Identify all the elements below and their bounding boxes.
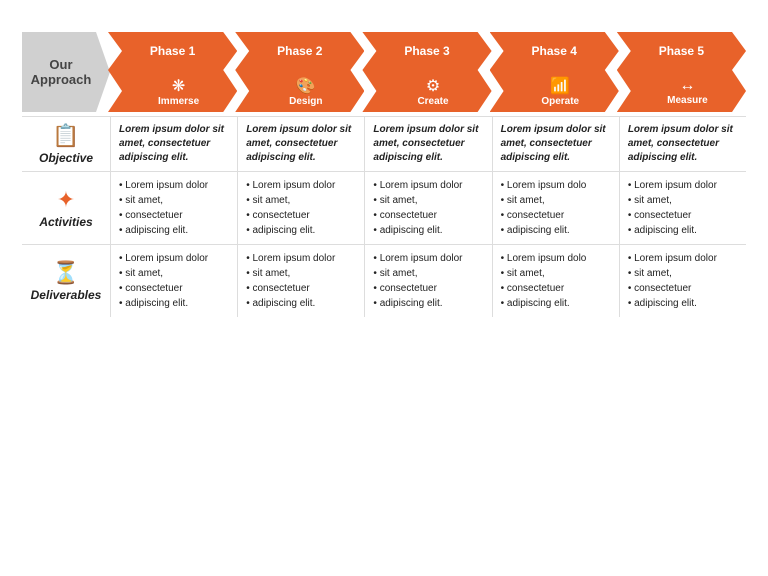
list-item: adipiscing elit. [119, 296, 229, 311]
cell-deliverables-5: Lorem ipsum dolorsit amet,consectetuerad… [619, 245, 746, 317]
list-item: adipiscing elit. [246, 296, 356, 311]
phase-label-2: Phase 2 [235, 32, 364, 70]
table-row-deliverables: ⏳DeliverablesLorem ipsum dolorsit amet,c… [22, 244, 746, 317]
phases-banner: OurApproach Phase 1❋ImmersePhase 2🎨Desig… [22, 32, 746, 112]
list-item: Lorem ipsum dolor [628, 251, 738, 266]
table-row-activities: ✦ActivitiesLorem ipsum dolorsit amet,con… [22, 171, 746, 244]
phase-chevron-1: Phase 1❋Immerse [108, 32, 237, 112]
cell-objective-5: Lorem ipsum dolor sit amet, consectetuer… [619, 117, 746, 171]
phase-bottom-3: ⚙Create [362, 70, 491, 112]
list-item: adipiscing elit. [501, 296, 611, 311]
list-item: sit amet, [373, 193, 483, 208]
row-label-activities: Activities [39, 215, 92, 229]
phase-sublabel-3: Create [417, 96, 448, 107]
list-item: consectetuer [628, 208, 738, 223]
phase-icon-2: 🎨 [296, 76, 316, 96]
phase-chevron-5: Phase 5↔Measure [617, 32, 746, 112]
table-row-objective: 📋 Objective Lorem ipsum dolor sit amet, co… [22, 116, 746, 171]
phase-label-3: Phase 3 [362, 32, 491, 70]
phase-bottom-5: ↔Measure [617, 70, 746, 112]
cell-activities-3: Lorem ipsum dolorsit amet,consectetuerad… [364, 172, 491, 244]
list-item: Lorem ipsum dolor [119, 251, 229, 266]
list-item: Lorem ipsum dolor [246, 251, 356, 266]
phase-icon-3: ⚙ [426, 76, 440, 96]
phase-label-1: Phase 1 [108, 32, 237, 70]
list-item: Lorem ipsum dolor [373, 178, 483, 193]
list-item: consectetuer [373, 281, 483, 296]
list-item: Lorem ipsum dolo [501, 178, 611, 193]
list-item: adipiscing elit. [373, 223, 483, 238]
list-item: sit amet, [628, 193, 738, 208]
cell-deliverables-2: Lorem ipsum dolorsit amet,consectetuerad… [237, 245, 364, 317]
row-icon-activities: ✦ [57, 187, 75, 213]
list-item: sit amet, [246, 193, 356, 208]
row-header-deliverables: ⏳ Deliverables [22, 245, 110, 317]
phase-chevron-4: Phase 4📶Operate [490, 32, 619, 112]
list-item: Lorem ipsum dolor [246, 178, 356, 193]
list-item: adipiscing elit. [628, 296, 738, 311]
phase-sublabel-5: Measure [667, 95, 708, 106]
row-header-objective: 📋 Objective [22, 117, 110, 171]
cell-objective-4: Lorem ipsum dolor sit amet, consectetuer… [492, 117, 619, 171]
page: OurApproach Phase 1❋ImmersePhase 2🎨Desig… [0, 0, 768, 576]
list-item: consectetuer [628, 281, 738, 296]
cell-objective-3: Lorem ipsum dolor sit amet, consectetuer… [364, 117, 491, 171]
cell-activities-5: Lorem ipsum dolorsit amet,consectetuerad… [619, 172, 746, 244]
phase-sublabel-4: Operate [541, 96, 579, 107]
approach-label: OurApproach [22, 32, 110, 112]
list-item: adipiscing elit. [501, 223, 611, 238]
list-item: sit amet, [373, 266, 483, 281]
cell-activities-1: Lorem ipsum dolorsit amet,consectetuerad… [110, 172, 237, 244]
list-item: consectetuer [246, 208, 356, 223]
phase-bottom-2: 🎨Design [235, 70, 364, 112]
list-item: consectetuer [246, 281, 356, 296]
list-item: Lorem ipsum dolo [501, 251, 611, 266]
list-item: sit amet, [501, 193, 611, 208]
cell-objective-2: Lorem ipsum dolor sit amet, consectetuer… [237, 117, 364, 171]
phase-label-5: Phase 5 [617, 32, 746, 70]
cell-objective-1: Lorem ipsum dolor sit amet, consectetuer… [110, 117, 237, 171]
list-item: sit amet, [628, 266, 738, 281]
list-item: consectetuer [119, 281, 229, 296]
table-section: 📋 Objective Lorem ipsum dolor sit amet, co… [22, 116, 746, 317]
row-cells-deliverables: Lorem ipsum dolorsit amet,consectetuerad… [110, 245, 746, 317]
list-item: consectetuer [373, 208, 483, 223]
row-label-deliverables: Deliverables [31, 288, 102, 302]
list-item: adipiscing elit. [119, 223, 229, 238]
row-icon-objective: 📋 [52, 123, 79, 149]
cell-deliverables-4: Lorem ipsum dolosit amet,consectetueradi… [492, 245, 619, 317]
list-item: consectetuer [501, 208, 611, 223]
list-item: sit amet, [119, 193, 229, 208]
list-item: Lorem ipsum dolor [119, 178, 229, 193]
row-cells-objective: Lorem ipsum dolor sit amet, consectetuer… [110, 117, 746, 171]
phase-icon-5: ↔ [679, 77, 695, 95]
list-item: Lorem ipsum dolor [373, 251, 483, 266]
cell-activities-4: Lorem ipsum dolosit amet,consectetueradi… [492, 172, 619, 244]
list-item: Lorem ipsum dolor [628, 178, 738, 193]
phase-sublabel-1: Immerse [158, 96, 199, 107]
list-item: consectetuer [501, 281, 611, 296]
list-item: sit amet, [501, 266, 611, 281]
row-icon-deliverables: ⏳ [52, 260, 79, 286]
phase-bottom-1: ❋Immerse [108, 70, 237, 112]
row-header-activities: ✦ Activities [22, 172, 110, 244]
phase-chevron-3: Phase 3⚙Create [362, 32, 491, 112]
list-item: adipiscing elit. [373, 296, 483, 311]
phase-sublabel-2: Design [289, 96, 322, 107]
row-cells-activities: Lorem ipsum dolorsit amet,consectetuerad… [110, 172, 746, 244]
row-label-objective: Objective [39, 151, 93, 165]
list-item: adipiscing elit. [246, 223, 356, 238]
list-item: sit amet, [119, 266, 229, 281]
cell-deliverables-1: Lorem ipsum dolorsit amet,consectetuerad… [110, 245, 237, 317]
cell-deliverables-3: Lorem ipsum dolorsit amet,consectetuerad… [364, 245, 491, 317]
list-item: sit amet, [246, 266, 356, 281]
cell-activities-2: Lorem ipsum dolorsit amet,consectetuerad… [237, 172, 364, 244]
phase-label-4: Phase 4 [490, 32, 619, 70]
phase-icon-4: 📶 [550, 76, 570, 96]
phase-chevron-2: Phase 2🎨Design [235, 32, 364, 112]
list-item: consectetuer [119, 208, 229, 223]
phase-icon-1: ❋ [172, 76, 185, 96]
phase-bottom-4: 📶Operate [490, 70, 619, 112]
list-item: adipiscing elit. [628, 223, 738, 238]
